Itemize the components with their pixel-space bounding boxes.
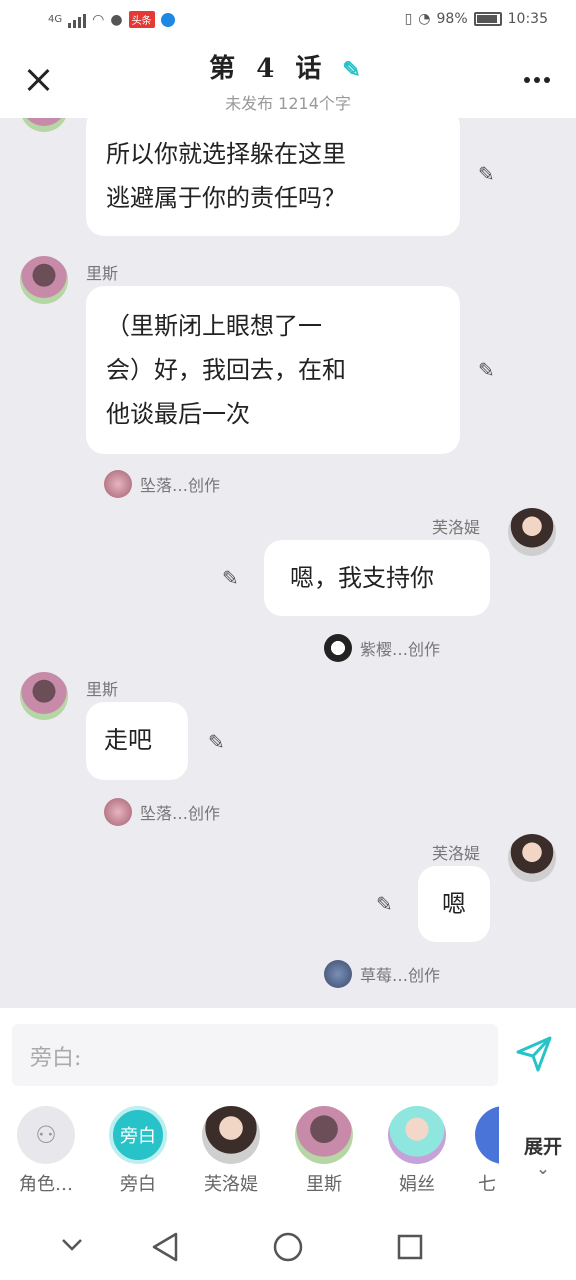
message-bubble[interactable]: 所以你就选择躲在这里 逃避属于你的责任吗？ (86, 118, 460, 236)
character-selector: ⚇ 角色… 旁白 旁白 芙洛媞 里斯 娟丝 七 展开 ⌄ (0, 1100, 576, 1215)
character-item-flo[interactable]: 芙洛媞 (196, 1106, 266, 1196)
character-label: 旁白 (120, 1174, 156, 1195)
message-text: 嗯，我支持你 (290, 564, 434, 592)
credit-text: 紫樱…创作 (360, 640, 441, 659)
chapter-stats: 未发布 1214个字 (225, 94, 351, 113)
speaker-name: 里斯 (86, 680, 119, 699)
recents-icon[interactable] (396, 1233, 424, 1261)
chat-area[interactable]: 所以你就选择躲在这里 逃避属于你的责任吗？ ✎ 里斯 （里斯闭上眼想了一 会）好… (0, 118, 576, 1008)
creator-credit[interactable]: 草莓…创作 (324, 960, 440, 988)
wifi-icon: ◠ (92, 11, 105, 28)
character-item-narrator[interactable]: 旁白 旁白 (103, 1106, 173, 1196)
edit-message-icon[interactable]: ✎ (376, 892, 393, 916)
character-item-manage[interactable]: ⚇ 角色… (11, 1106, 81, 1196)
network-label: 4G (48, 14, 63, 25)
creator-avatar (104, 798, 132, 826)
avatar[interactable] (20, 672, 68, 720)
avatar (388, 1106, 446, 1164)
credit-text: 坠落…创作 (140, 476, 221, 495)
edit-message-icon[interactable]: ✎ (478, 358, 495, 382)
character-label: 七 (478, 1174, 496, 1195)
creator-avatar (324, 634, 352, 662)
creator-avatar (324, 960, 352, 988)
avatar[interactable] (508, 834, 556, 882)
battery-icon (473, 12, 502, 26)
status-bar: 4G ◠ ● 头条 ▯ ◔ 98% 10:35 (0, 0, 576, 40)
message-bubble[interactable]: 嗯 (418, 866, 490, 942)
character-item-rees[interactable]: 里斯 (289, 1106, 359, 1196)
creator-credit[interactable]: 坠落…创作 (104, 798, 220, 826)
character-label: 娟丝 (399, 1174, 435, 1195)
speaker-name: 芙洛媞 (432, 518, 481, 537)
send-icon[interactable] (514, 1034, 554, 1074)
header: 第 4 话 ✎ 未发布 1214个字 (0, 40, 576, 118)
creator-credit[interactable]: 紫樱…创作 (324, 634, 440, 662)
message-input[interactable]: 旁白: (12, 1024, 498, 1086)
credit-text: 草莓…创作 (360, 966, 441, 985)
avatar[interactable] (20, 256, 68, 304)
expand-button[interactable]: 展开 ⌄ (513, 1132, 562, 1178)
avatar[interactable] (508, 508, 556, 556)
system-nav-bar (0, 1215, 576, 1280)
edit-message-icon[interactable]: ✎ (478, 162, 495, 186)
message-text: 嗯 (442, 890, 466, 918)
creator-avatar (104, 470, 132, 498)
app-icon (160, 12, 175, 27)
message-text: 他谈最后一次 (106, 400, 250, 428)
qq-icon: ● (110, 11, 123, 28)
page-title: 第 4 话 ✎ (0, 48, 576, 85)
edit-message-icon[interactable]: ✎ (222, 566, 239, 590)
signal-icon (68, 12, 87, 28)
news-icon: 头条 (128, 11, 155, 28)
home-icon[interactable] (272, 1231, 304, 1263)
avatar (295, 1106, 353, 1164)
creator-credit[interactable]: 坠落…创作 (104, 470, 220, 498)
avatar (202, 1106, 260, 1164)
narrator-icon: 旁白 (109, 1106, 167, 1164)
hide-keyboard-icon[interactable] (60, 1237, 84, 1253)
chevron-down-icon: ⌄ (536, 1159, 550, 1178)
expand-label: 展开 (523, 1136, 562, 1158)
edit-title-icon[interactable]: ✎ (342, 57, 366, 83)
avatar[interactable] (20, 118, 68, 132)
avatar (475, 1106, 499, 1164)
message-text: 会）好，我回去，在和 (106, 356, 346, 384)
battery-percent: 98% (436, 11, 468, 27)
message-bubble[interactable]: 嗯，我支持你 (264, 540, 490, 616)
message-text: 逃避属于你的责任吗？ (106, 184, 346, 212)
character-item-juansi[interactable]: 娟丝 (382, 1106, 452, 1196)
input-bar: 旁白: (0, 1008, 576, 1100)
character-label: 芙洛媞 (204, 1174, 258, 1195)
message-text: 走吧 (104, 726, 152, 754)
more-icon[interactable] (524, 77, 550, 83)
credit-text: 坠落…创作 (140, 804, 221, 823)
character-label: 里斯 (306, 1174, 342, 1195)
title-text: 第 4 话 (209, 54, 328, 84)
speaker-name: 里斯 (86, 264, 119, 283)
narrator-icon-text: 旁白 (120, 1126, 156, 1147)
speed-icon: ◔ (418, 11, 431, 27)
message-text: 所以你就选择躲在这里 (106, 140, 346, 168)
back-icon[interactable] (150, 1231, 180, 1263)
clock: 10:35 (507, 11, 548, 27)
edit-message-icon[interactable]: ✎ (208, 730, 225, 754)
character-label: 角色… (19, 1174, 73, 1195)
character-item-partial[interactable]: 七 (475, 1106, 499, 1196)
user-icon: ⚇ (17, 1106, 75, 1164)
vibrate-icon: ▯ (404, 11, 413, 27)
speaker-name: 芙洛媞 (432, 844, 481, 863)
message-text: （里斯闭上眼想了一 (106, 312, 322, 340)
message-bubble[interactable]: （里斯闭上眼想了一 会）好，我回去，在和 他谈最后一次 (86, 286, 460, 454)
message-bubble[interactable]: 走吧 (86, 702, 188, 780)
